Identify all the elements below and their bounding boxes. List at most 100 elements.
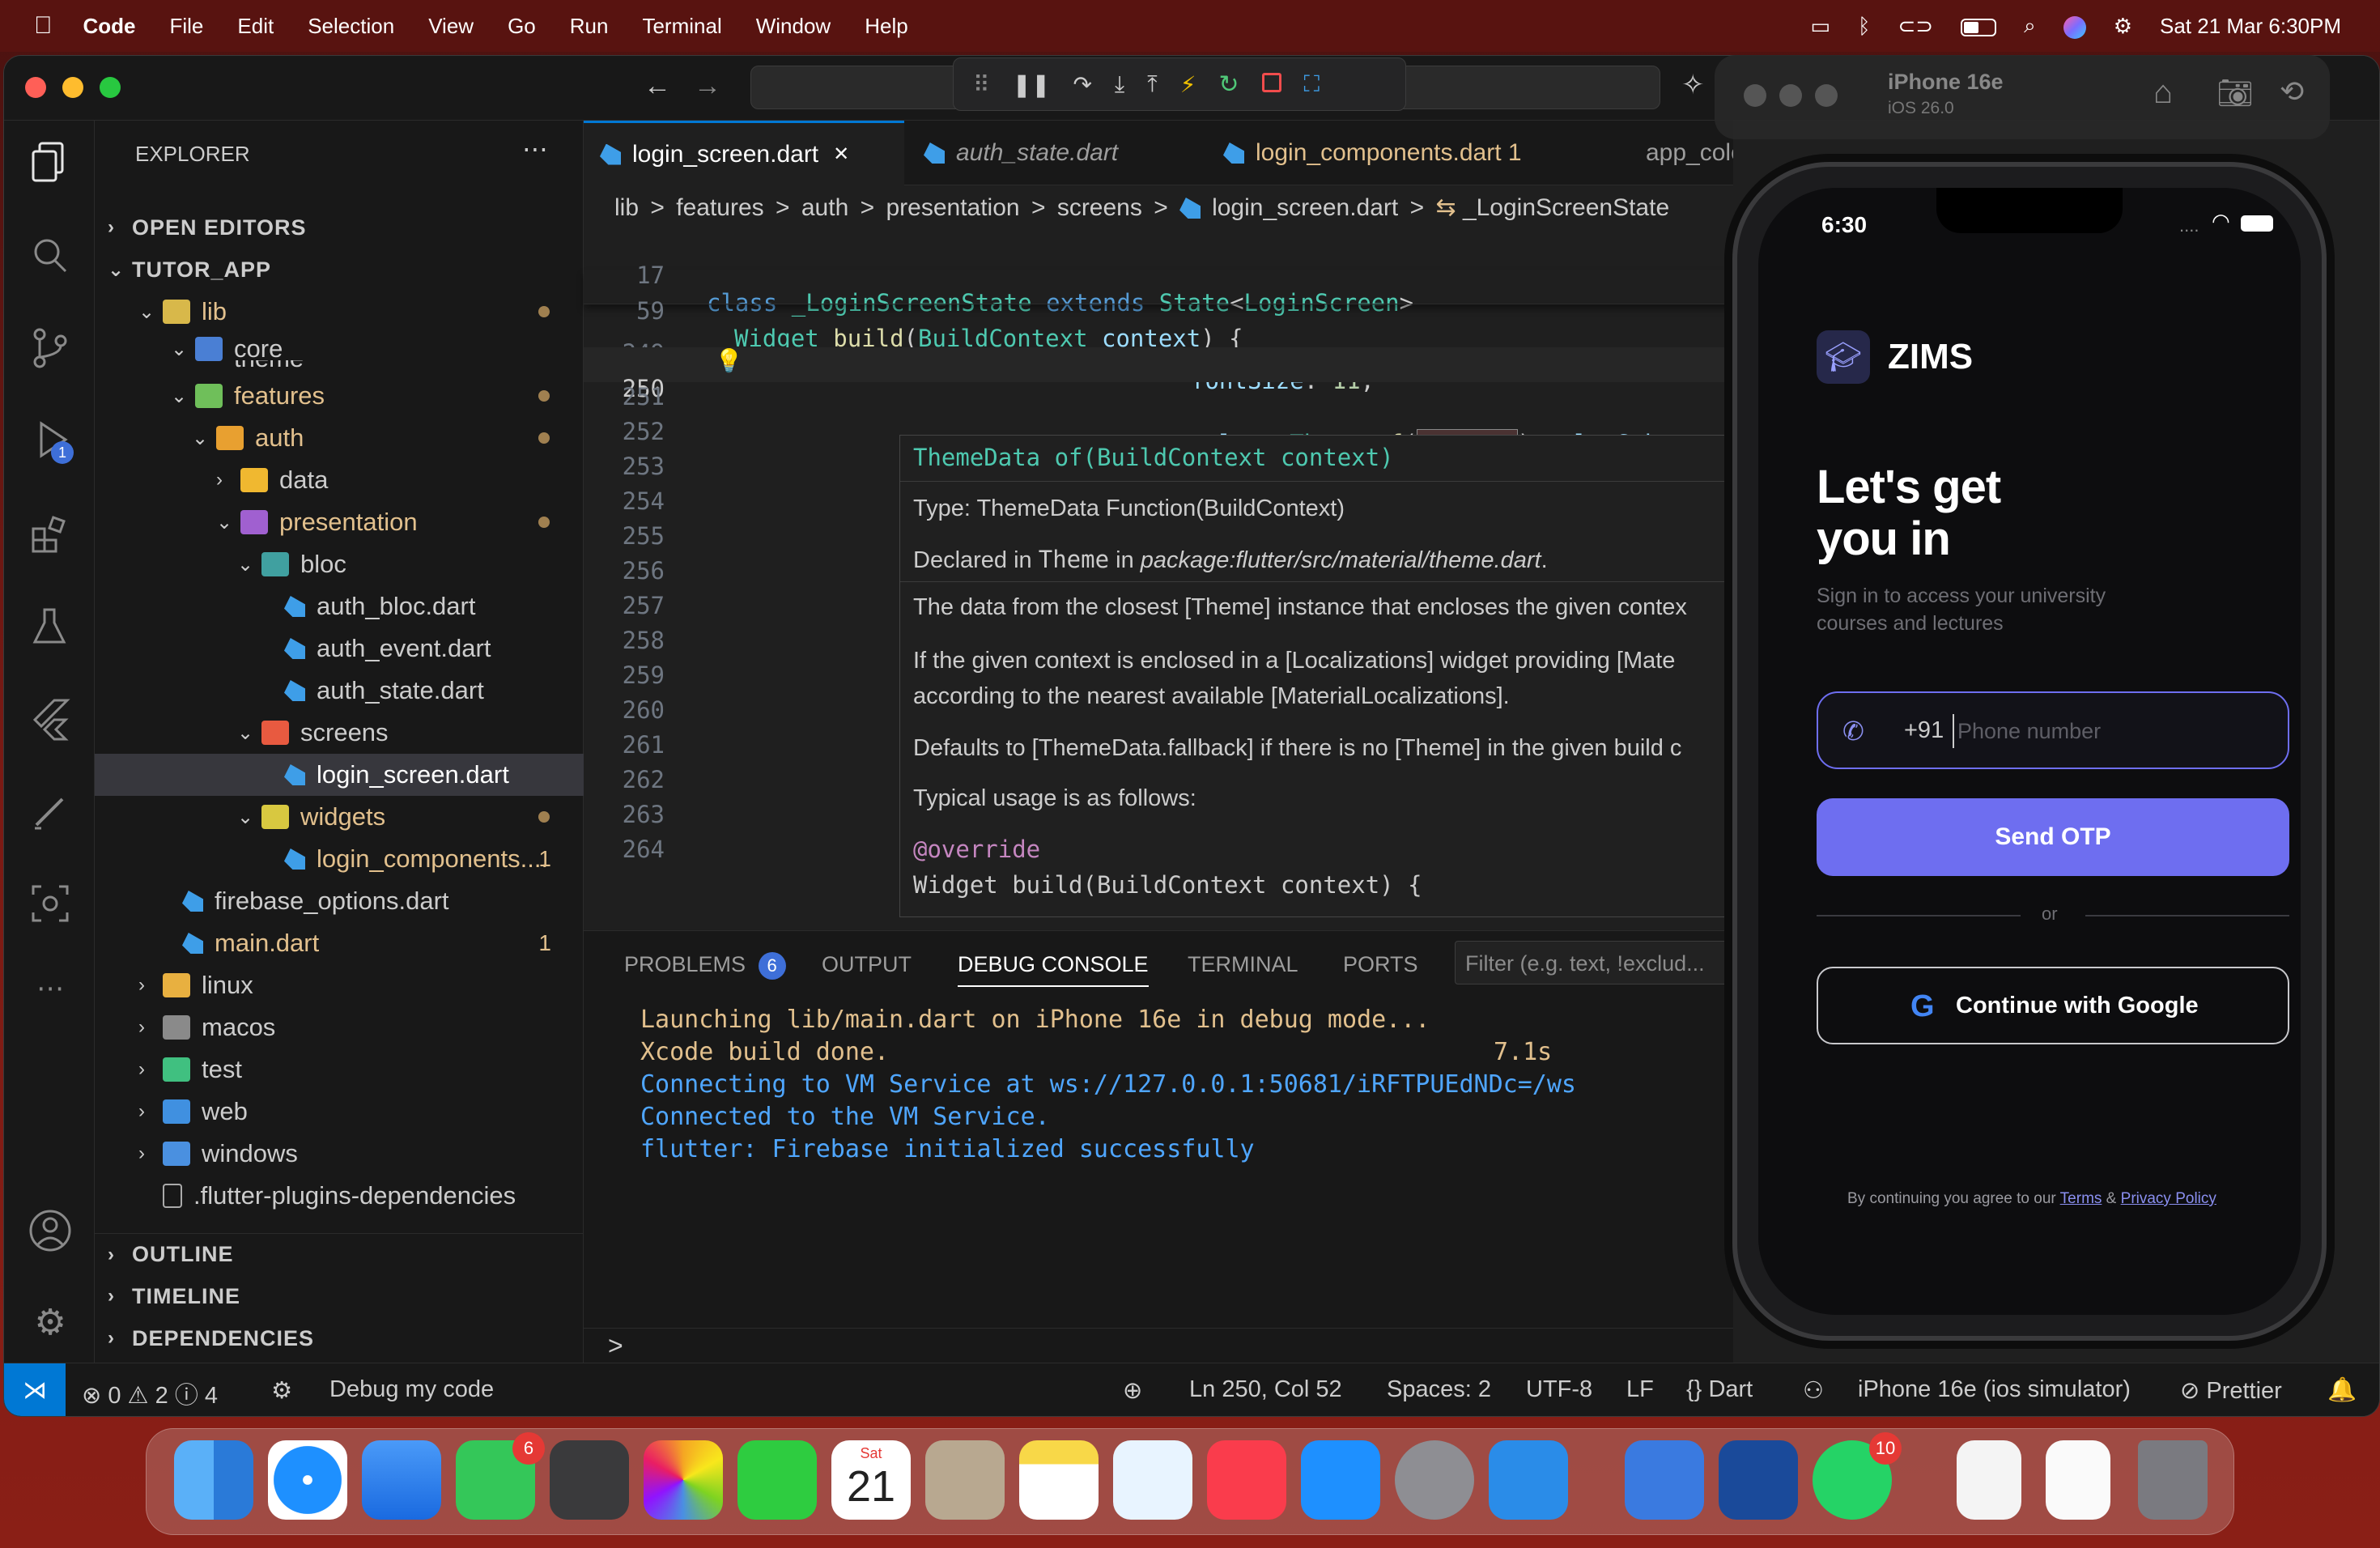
account-icon[interactable] bbox=[27, 1207, 74, 1254]
outline-header[interactable]: › OUTLINE bbox=[95, 1233, 584, 1275]
privacy-link[interactable]: Privacy Policy bbox=[2121, 1190, 2216, 1207]
drag-handle-icon[interactable]: ⠿ bbox=[973, 71, 990, 98]
control-center-icon[interactable]: ⚙ bbox=[2114, 14, 2132, 39]
console-prompt[interactable]: > bbox=[608, 1331, 623, 1361]
system-settings-icon[interactable] bbox=[1395, 1440, 1474, 1520]
menu-file[interactable]: File bbox=[170, 14, 204, 39]
tree-item-macos[interactable]: › macos bbox=[95, 1006, 584, 1048]
tree-item-login-components[interactable]: login_components.... 1 bbox=[95, 838, 584, 880]
tab-problems[interactable]: PROBLEMS 6 bbox=[624, 952, 786, 980]
xcode-instruments-icon[interactable] bbox=[550, 1440, 629, 1520]
whatsapp-icon[interactable]: 10 bbox=[1813, 1432, 1902, 1520]
menu-app-name[interactable]: Code bbox=[83, 14, 136, 39]
tree-item-lib[interactable]: ⌄ lib bbox=[95, 291, 584, 333]
hot-reload-icon[interactable]: ⚡ bbox=[1180, 71, 1196, 98]
breadcrumb-item[interactable]: presentation bbox=[886, 194, 1019, 221]
facetime-icon[interactable] bbox=[737, 1440, 817, 1520]
apple-icon[interactable]:  bbox=[34, 12, 53, 40]
tree-item-test[interactable]: › test bbox=[95, 1048, 584, 1091]
settings-gear-icon[interactable]: ⚙ bbox=[27, 1299, 74, 1346]
tree-item-auth-event[interactable]: auth_event.dart bbox=[95, 627, 584, 670]
edit-pen-icon[interactable] bbox=[27, 788, 74, 835]
lightbulb-icon[interactable]: 💡 bbox=[715, 347, 743, 374]
pdf-document-icon[interactable] bbox=[1957, 1440, 2021, 1520]
tree-item-data[interactable]: › data bbox=[95, 459, 584, 501]
notes-icon[interactable] bbox=[1019, 1440, 1099, 1520]
back-arrow-icon[interactable]: ← bbox=[644, 70, 671, 102]
menu-terminal[interactable]: Terminal bbox=[642, 14, 721, 39]
google-button[interactable]: G Continue with Google bbox=[1817, 967, 2289, 1044]
step-into-icon[interactable]: ⤓ bbox=[1115, 71, 1124, 98]
zoom-window-button[interactable] bbox=[100, 77, 121, 98]
photos-icon[interactable] bbox=[644, 1440, 723, 1520]
menu-view[interactable]: View bbox=[428, 14, 474, 39]
finder-icon[interactable] bbox=[174, 1440, 253, 1520]
open-editors-header[interactable]: › OPEN EDITORS bbox=[95, 206, 584, 249]
tree-item-bloc[interactable]: ⌄ bloc bbox=[95, 543, 584, 585]
language-status[interactable]: {} Dart bbox=[1686, 1376, 1753, 1403]
breadcrumb-item[interactable]: _LoginScreenState bbox=[1463, 194, 1669, 221]
tree-item-main[interactable]: main.dart 1 bbox=[95, 922, 584, 964]
safari-icon[interactable] bbox=[268, 1440, 347, 1520]
home-icon[interactable]: ⌂ bbox=[2153, 74, 2173, 111]
simulator-icon[interactable] bbox=[1625, 1440, 1704, 1520]
tab-ports[interactable]: PORTS bbox=[1343, 952, 1418, 977]
prettier-status[interactable]: ⊘ Prettier bbox=[2180, 1376, 2282, 1405]
source-control-icon[interactable] bbox=[27, 325, 74, 372]
tree-item-widgets[interactable]: ⌄ widgets bbox=[95, 796, 584, 838]
breadcrumb-item[interactable]: lib bbox=[614, 194, 639, 221]
tree-item-flutter-plugins[interactable]: .flutter-plugins-dependencies bbox=[95, 1175, 584, 1217]
sim-minimize-button[interactable] bbox=[1779, 84, 1802, 107]
tab-output[interactable]: OUTPUT bbox=[822, 952, 912, 977]
bluetooth-icon[interactable]: ᛒ bbox=[1858, 14, 1871, 39]
extensions-icon[interactable] bbox=[27, 511, 74, 558]
phone-input[interactable]: ✆ +91 Phone number bbox=[1817, 691, 2289, 769]
breadcrumb-item[interactable]: login_screen.dart bbox=[1212, 194, 1398, 221]
flutter-icon[interactable] bbox=[27, 695, 74, 742]
tree-item-presentation[interactable]: ⌄ presentation bbox=[95, 501, 584, 543]
end-of-line[interactable]: LF bbox=[1626, 1376, 1654, 1403]
device-selector[interactable]: iPhone 16e (ios simulator) bbox=[1858, 1376, 2131, 1403]
indentation[interactable]: Spaces: 2 bbox=[1387, 1376, 1491, 1403]
freeform-icon[interactable] bbox=[1113, 1440, 1192, 1520]
tree-item-login-screen[interactable]: login_screen.dart bbox=[95, 754, 584, 796]
encoding[interactable]: UTF-8 bbox=[1526, 1376, 1592, 1403]
copilot-icon[interactable]: ✧ bbox=[1681, 69, 1705, 101]
menu-help[interactable]: Help bbox=[865, 14, 907, 39]
close-tab-icon[interactable]: ✕ bbox=[833, 142, 849, 166]
tab-login-components[interactable]: login_components.dart 1 bbox=[1207, 121, 1604, 185]
tab-auth-state[interactable]: auth_state.dart bbox=[907, 121, 1207, 185]
tree-item-theme[interactable]: theme bbox=[95, 360, 584, 375]
tree-item-web[interactable]: › web bbox=[95, 1091, 584, 1133]
tab-terminal[interactable]: TERMINAL bbox=[1188, 952, 1298, 977]
problems-status[interactable]: ⊗ 0 ⚠ 2 ⓘ 4 bbox=[82, 1376, 218, 1410]
terms-link[interactable]: Terms bbox=[2060, 1190, 2102, 1207]
menu-edit[interactable]: Edit bbox=[237, 14, 274, 39]
tree-item-windows[interactable]: › windows bbox=[95, 1133, 584, 1175]
contacts-icon[interactable] bbox=[925, 1440, 1005, 1520]
tree-item-firebase-options[interactable]: firebase_options.dart bbox=[95, 880, 584, 922]
messages-icon[interactable]: 6 bbox=[456, 1432, 545, 1520]
screenshot-icon[interactable]: 📷︎ bbox=[2216, 76, 2254, 110]
app-store-icon[interactable] bbox=[1301, 1440, 1380, 1520]
widget-inspector-icon[interactable] bbox=[27, 880, 74, 927]
debug-config[interactable]: Debug my code bbox=[329, 1376, 494, 1403]
run-debug-icon[interactable]: 1 bbox=[27, 417, 74, 464]
menu-go[interactable]: Go bbox=[508, 14, 536, 39]
minimize-window-button[interactable] bbox=[62, 77, 83, 98]
zoom-icon[interactable]: ⊕ bbox=[1123, 1376, 1142, 1405]
stop-icon[interactable] bbox=[1261, 72, 1281, 96]
forward-arrow-icon[interactable]: → bbox=[694, 70, 721, 102]
tree-item-screens[interactable]: ⌄ screens bbox=[95, 712, 584, 754]
tree-item-auth-state[interactable]: auth_state.dart bbox=[95, 670, 584, 712]
battery-icon[interactable] bbox=[1961, 14, 1997, 39]
menu-window[interactable]: Window bbox=[756, 14, 831, 39]
send-otp-button[interactable]: Send OTP bbox=[1817, 798, 2289, 876]
breadcrumb-item[interactable]: features bbox=[676, 194, 763, 221]
trash-icon[interactable] bbox=[2138, 1440, 2208, 1520]
dependencies-header[interactable]: › DEPENDENCIES bbox=[95, 1317, 584, 1359]
notifications-icon[interactable]: 🔔 bbox=[2327, 1376, 2357, 1404]
spotlight-icon[interactable]: ⌕ bbox=[2024, 13, 2036, 39]
rotate-icon[interactable]: ⟲ bbox=[2280, 74, 2304, 108]
sim-close-button[interactable] bbox=[1744, 84, 1766, 107]
